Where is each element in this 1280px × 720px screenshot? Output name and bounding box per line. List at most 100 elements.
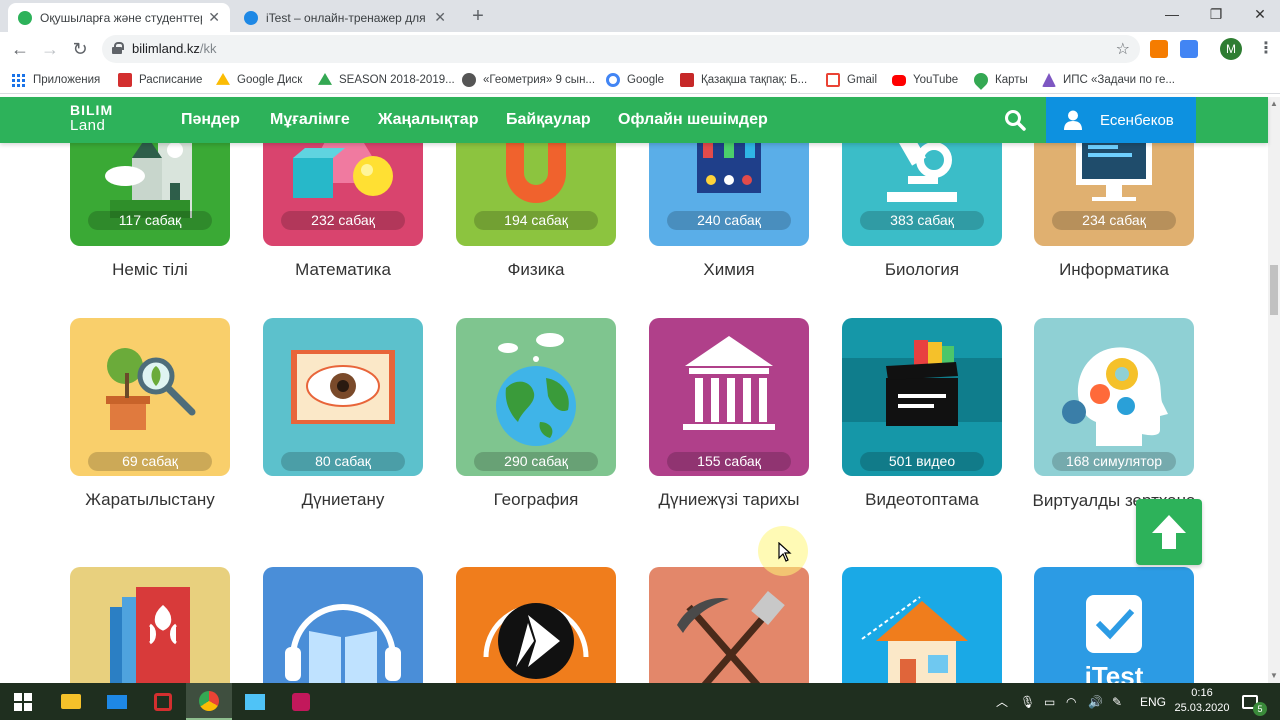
subject-tile[interactable]: [263, 567, 423, 683]
taskbar-chrome[interactable]: [186, 683, 232, 720]
subject-tile[interactable]: 501 видео: [842, 318, 1002, 476]
nav-subjects[interactable]: Пәндер: [181, 111, 240, 129]
bookmark-item[interactable]: Google Диск: [216, 71, 302, 89]
bookmark-item[interactable]: Карты: [971, 70, 1028, 90]
taskbar-file-explorer[interactable]: [48, 683, 94, 720]
bookmark-item[interactable]: ИПС «Задачи по ге...: [1042, 71, 1175, 89]
nav-news[interactable]: Жаңалықтар: [378, 111, 478, 129]
lesson-count-badge: 117 сабақ: [88, 211, 212, 230]
subject-name: Видеотоптама: [865, 490, 979, 509]
taskbar-mail[interactable]: [94, 683, 140, 720]
close-window-button[interactable]: ✕: [1238, 0, 1280, 30]
lesson-count-badge: 232 сабақ: [281, 211, 405, 230]
lesson-count-badge: 69 сабақ: [88, 452, 212, 471]
gmail-icon: [826, 73, 840, 87]
back-button[interactable]: ←: [8, 37, 32, 61]
pen-icon[interactable]: ✎: [1112, 683, 1122, 720]
start-button[interactable]: [0, 683, 46, 720]
taskbar-app[interactable]: [232, 683, 278, 720]
bookmark-item[interactable]: Gmail: [826, 71, 877, 89]
lesson-count-badge: 155 сабақ: [667, 452, 791, 471]
subject-tile[interactable]: 155 сабақ: [649, 318, 809, 476]
scroll-down-arrow-icon[interactable]: ▼: [1268, 669, 1280, 683]
maximize-button[interactable]: ❐: [1194, 0, 1238, 30]
tab-close-icon[interactable]: ✕: [434, 9, 446, 26]
subject-name: Дүниежүзі тарихы: [658, 490, 800, 509]
user-icon: [1064, 110, 1082, 130]
subject-tile[interactable]: [70, 567, 230, 683]
new-tab-button[interactable]: +: [466, 5, 490, 29]
nav-offline-solutions[interactable]: Офлайн шешімдер: [618, 111, 768, 129]
profile-avatar[interactable]: M: [1220, 38, 1242, 60]
german-castle-icon: [105, 143, 192, 218]
subject-tile[interactable]: 168 симулятор: [1034, 318, 1194, 476]
bookmark-item[interactable]: «Геометрия» 9 сын...: [462, 71, 595, 89]
search-icon[interactable]: [1004, 109, 1026, 131]
minimize-button[interactable]: —: [1150, 0, 1194, 30]
subject-tile[interactable]: 240 сабақ: [649, 143, 809, 246]
nav-contests[interactable]: Байқаулар: [506, 111, 591, 129]
lesson-count-badge: 80 сабақ: [281, 452, 405, 471]
bilimland-logo[interactable]: BILIM Land: [70, 103, 113, 134]
taskbar-app[interactable]: [278, 683, 324, 720]
shield-icon: [154, 692, 172, 711]
bookmark-item[interactable]: Google: [606, 71, 664, 89]
scroll-to-top-button[interactable]: [1136, 499, 1202, 565]
nav-for-teacher[interactable]: Мұғалімге: [270, 111, 350, 129]
reload-button[interactable]: ↻: [68, 37, 92, 61]
z-logo-icon: [680, 73, 694, 87]
bookmark-item[interactable]: Қазақша тақпақ: Б...: [680, 71, 807, 89]
taskbar-antivirus[interactable]: [140, 683, 186, 720]
subject-tile[interactable]: 194 сабақ: [456, 143, 616, 246]
tab-close-icon[interactable]: ✕: [208, 9, 220, 26]
extension-icon[interactable]: [1150, 40, 1168, 58]
tab-active[interactable]: Оқушыларға және студенттерге ✕: [8, 3, 230, 32]
windows-logo-icon: [14, 692, 32, 711]
user-account-button[interactable]: Есенбеков: [1046, 97, 1196, 143]
notifications-icon[interactable]: 5: [1242, 683, 1267, 720]
subject-tile[interactable]: [842, 567, 1002, 683]
apps-icon: [12, 73, 25, 87]
mouse-cursor-icon: [778, 542, 792, 562]
bookmark-item[interactable]: SEASON 2018-2019...: [318, 71, 455, 89]
subject-tile[interactable]: 232 сабақ: [263, 143, 423, 246]
subject-tile[interactable]: [649, 567, 809, 683]
lock-icon: [112, 42, 124, 54]
bookmark-apps[interactable]: Приложения: [12, 71, 100, 89]
subject-tile[interactable]: 80 сабақ: [263, 318, 423, 476]
subject-tile[interactable]: [456, 567, 616, 683]
subject-tile[interactable]: 234 сабақ: [1034, 143, 1194, 246]
computer-icon: [1076, 143, 1152, 201]
lesson-count-badge: 234 сабақ: [1052, 211, 1176, 230]
scroll-thumb[interactable]: [1270, 265, 1278, 315]
windows-taskbar: ︿ 🎙 ▭ ◠ 🔊 ✎ ENG 0:16 25.03.2020 5: [0, 683, 1280, 720]
bookmark-item[interactable]: Расписание: [118, 71, 202, 89]
bookmark-star-icon[interactable]: ☆: [1116, 39, 1130, 59]
subject-tile[interactable]: 290 сабақ: [456, 318, 616, 476]
forward-button[interactable]: →: [38, 37, 62, 61]
folder-icon: [61, 694, 81, 709]
subject-tile[interactable]: 383 сабақ: [842, 143, 1002, 246]
bookmark-item[interactable]: YouTube: [892, 71, 958, 89]
ips-icon: [1042, 73, 1056, 87]
system-clock[interactable]: 0:16 25.03.2020: [1172, 686, 1232, 716]
volume-icon[interactable]: 🔊: [1088, 683, 1103, 720]
translate-icon[interactable]: [1180, 40, 1198, 58]
language-indicator[interactable]: ENG: [1140, 683, 1166, 720]
browser-menu-icon[interactable]: ⋮: [1258, 38, 1274, 58]
tab-itest[interactable]: iTest – онлайн-тренажер для по ✕: [234, 3, 456, 32]
google-icon: [606, 73, 620, 87]
address-bar[interactable]: bilimland.kz/kk ☆: [102, 35, 1140, 63]
page-scrollbar[interactable]: ▲ ▼: [1268, 97, 1280, 683]
subject-tile[interactable]: iTest: [1034, 567, 1194, 683]
scroll-up-arrow-icon[interactable]: ▲: [1268, 97, 1280, 111]
battery-icon[interactable]: ▭: [1044, 683, 1055, 720]
subject-tile[interactable]: 117 сабақ: [70, 143, 230, 246]
wifi-icon[interactable]: ◠: [1066, 683, 1076, 720]
microphone-icon[interactable]: 🎙: [1020, 683, 1035, 720]
tray-show-hidden-icon[interactable]: ︿: [996, 683, 1008, 720]
media-icon: [292, 692, 310, 711]
subject-tile[interactable]: 69 сабақ: [70, 318, 230, 476]
arrow-up-icon: [1152, 515, 1186, 549]
lesson-count-badge: 383 сабақ: [860, 211, 984, 230]
